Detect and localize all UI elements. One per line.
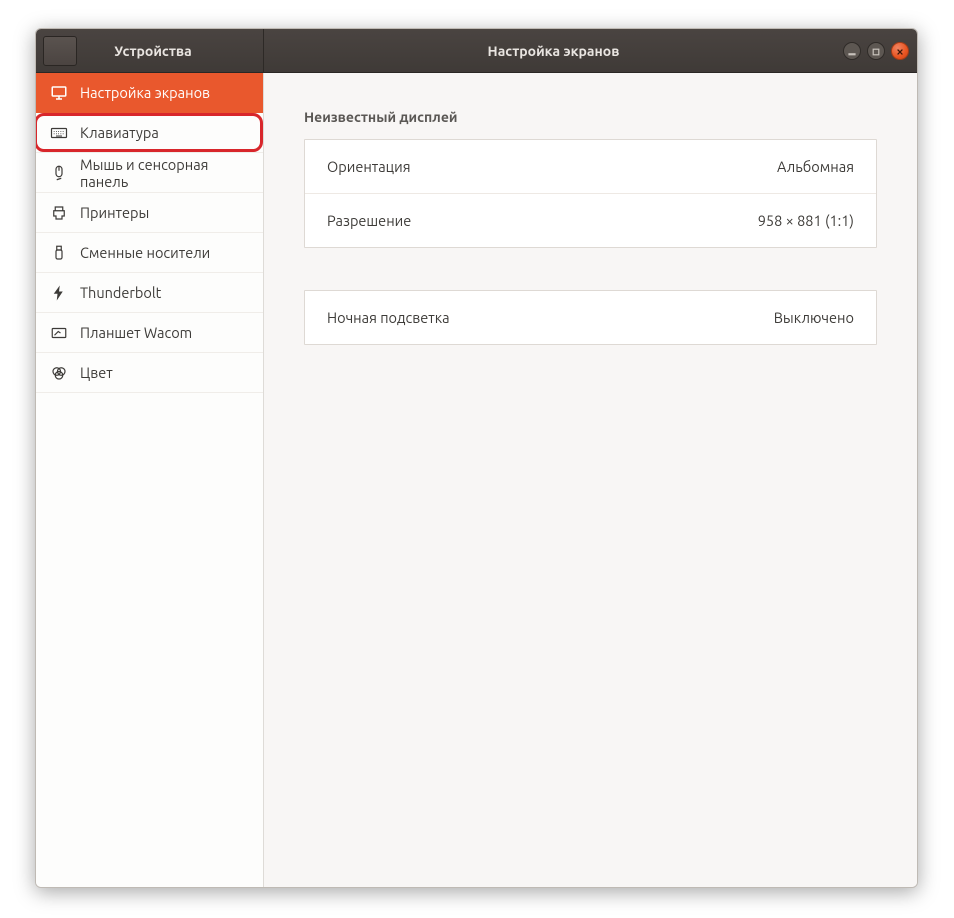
tablet-icon [50, 324, 68, 342]
header-bar: Устройства Настройка экранов [36, 29, 917, 73]
close-icon [896, 42, 904, 60]
sidebar-item-printers[interactable]: Принтеры [36, 193, 263, 233]
printer-icon [50, 204, 68, 222]
sidebar-item-label: Настройка экранов [80, 84, 210, 101]
display-name-heading: Неизвестный дисплей [304, 109, 877, 125]
maximize-icon [872, 42, 880, 60]
chevron-left-icon [54, 42, 66, 60]
header-category: Устройства [77, 43, 263, 59]
nightlight-value: Выключено [774, 309, 854, 326]
sidebar-item-thunderbolt[interactable]: Thunderbolt [36, 273, 263, 313]
sidebar-item-keyboard[interactable]: Клавиатура [36, 113, 263, 153]
content-area: Неизвестный дисплей Ориентация Альбомная… [264, 73, 917, 887]
nightlight-label: Ночная подсветка [327, 309, 450, 326]
minimize-button[interactable] [843, 42, 861, 60]
settings-window: Устройства Настройка экранов Настройка э… [35, 28, 918, 888]
sidebar-item-mouse[interactable]: Мышь и сенсорная панель [36, 153, 263, 193]
sidebar-item-displays[interactable]: Настройка экранов [36, 73, 263, 113]
monitor-icon [50, 84, 68, 102]
sidebar-item-color[interactable]: Цвет [36, 353, 263, 393]
orientation-value: Альбомная [777, 158, 854, 175]
orientation-label: Ориентация [327, 158, 411, 175]
mouse-icon [50, 164, 68, 182]
sidebar-item-label: Thunderbolt [80, 284, 161, 301]
display-settings-group: Ориентация Альбомная Разрешение 958 × 88… [304, 139, 877, 248]
body: Настройка экранов Клавиатура Мышь и сенс… [36, 73, 917, 887]
sidebar-item-wacom[interactable]: Планшет Wacom [36, 313, 263, 353]
usb-icon [50, 244, 68, 262]
sidebar-item-label: Принтеры [80, 204, 149, 221]
resolution-label: Разрешение [327, 212, 411, 229]
sidebar: Настройка экранов Клавиатура Мышь и сенс… [36, 73, 264, 887]
nightlight-row[interactable]: Ночная подсветка Выключено [305, 291, 876, 344]
sidebar-item-removable[interactable]: Сменные носители [36, 233, 263, 273]
minimize-icon [848, 42, 856, 60]
back-button[interactable] [43, 36, 77, 66]
thunderbolt-icon [50, 284, 68, 302]
sidebar-item-label: Клавиатура [80, 124, 159, 141]
sidebar-item-label: Цвет [80, 364, 113, 381]
resolution-row[interactable]: Разрешение 958 × 881 (1:1) [305, 193, 876, 247]
color-icon [50, 364, 68, 382]
orientation-row[interactable]: Ориентация Альбомная [305, 140, 876, 193]
sidebar-item-label: Мышь и сенсорная панель [80, 156, 249, 190]
header-left: Устройства [36, 29, 264, 72]
keyboard-icon [50, 124, 68, 142]
sidebar-item-label: Планшет Wacom [80, 324, 192, 341]
resolution-value: 958 × 881 (1:1) [758, 212, 854, 229]
nightlight-group: Ночная подсветка Выключено [304, 290, 877, 345]
window-controls [843, 29, 917, 72]
close-button[interactable] [891, 42, 909, 60]
page-title: Настройка экранов [264, 29, 843, 72]
sidebar-item-label: Сменные носители [80, 244, 210, 261]
maximize-button[interactable] [867, 42, 885, 60]
